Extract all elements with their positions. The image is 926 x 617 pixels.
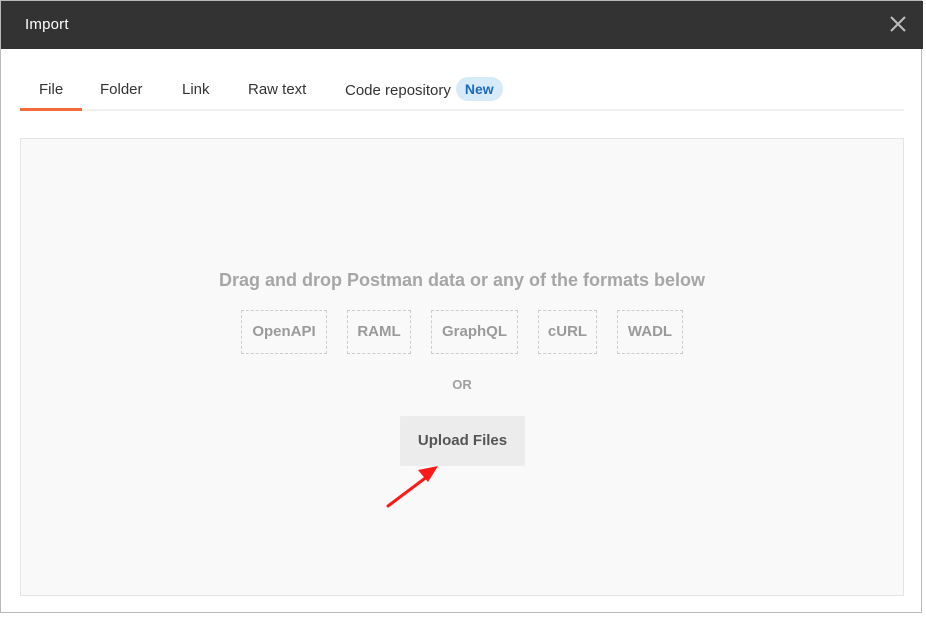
format-curl: cURL [538, 310, 597, 354]
tab-link[interactable]: Link [182, 79, 210, 109]
supported-formats: OpenAPI RAML GraphQL cURL WADL [21, 310, 903, 354]
tab-code-repository[interactable]: Code repository New [345, 77, 503, 108]
file-dropzone[interactable]: Drag and drop Postman data or any of the… [20, 138, 904, 596]
tab-raw-text[interactable]: Raw text [248, 79, 306, 109]
import-tabs: File Folder Link Raw text Code repositor… [20, 77, 904, 111]
tab-code-repository-label: Code repository [345, 82, 451, 99]
upload-files-button[interactable]: Upload Files [400, 416, 525, 466]
tab-file[interactable]: File [20, 79, 83, 111]
tab-folder-label: Folder [100, 81, 143, 98]
format-graphql: GraphQL [431, 310, 518, 354]
close-icon[interactable] [887, 13, 909, 35]
format-raml: RAML [347, 310, 411, 354]
tab-file-label: File [39, 81, 64, 98]
tab-raw-text-label: Raw text [248, 81, 307, 98]
new-badge: New [455, 77, 503, 101]
import-dialog: Import File Folder Link Raw text Code re… [0, 0, 923, 613]
format-openapi: OpenAPI [241, 310, 327, 354]
tab-link-label: Link [182, 81, 210, 98]
dialog-titlebar: Import [1, 1, 923, 49]
dialog-title: Import [25, 16, 69, 33]
format-wadl: WADL [617, 310, 683, 354]
tab-folder[interactable]: Folder [100, 79, 143, 109]
or-separator: OR [452, 377, 472, 392]
dropzone-instruction: Drag and drop Postman data or any of the… [218, 270, 706, 290]
